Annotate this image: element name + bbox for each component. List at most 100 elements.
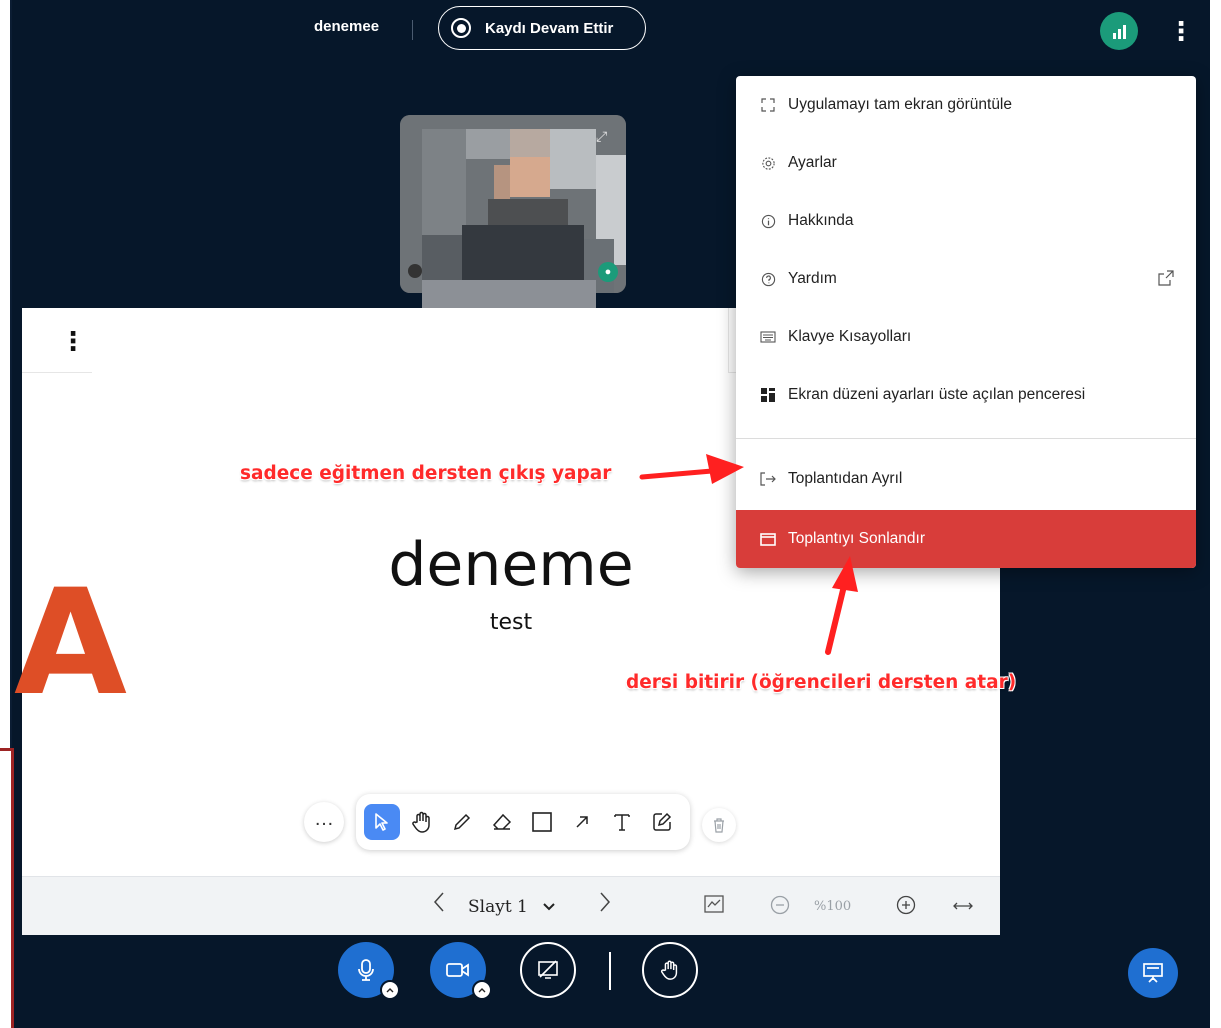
zoom-in-icon xyxy=(896,895,916,915)
microphone-icon xyxy=(358,959,374,981)
delete-button[interactable] xyxy=(702,808,736,842)
chevron-up-icon xyxy=(478,988,486,993)
webcam-status-icon xyxy=(408,264,422,278)
zoom-out-button[interactable] xyxy=(770,895,790,920)
eraser-tool-button[interactable] xyxy=(484,804,520,840)
menu-item-label: Klavye Kısayolları xyxy=(788,328,912,345)
menu-item-label: Ayarlar xyxy=(788,154,837,171)
expand-icon[interactable]: ⤢ xyxy=(596,128,607,145)
eraser-icon xyxy=(492,813,512,830)
microphone-button[interactable] xyxy=(338,942,400,1000)
screenshot-margin xyxy=(1210,0,1221,1028)
rectangle-tool-button[interactable] xyxy=(524,804,560,840)
text-icon xyxy=(614,814,630,831)
options-dropdown-menu: Uygulamayı tam ekran görüntüle Ayarlar H… xyxy=(736,76,1196,568)
menu-item-label: Yardım xyxy=(788,270,837,287)
fit-width-icon xyxy=(953,902,973,910)
resume-recording-label: Kaydı Devam Ettir xyxy=(485,19,614,37)
menu-item-end-meeting[interactable]: Toplantıyı Sonlandır xyxy=(736,510,1196,568)
presentation-footer: Slayt 1 %100 xyxy=(22,876,1000,935)
presentation-options-button[interactable]: ⋮ xyxy=(60,326,86,357)
webcam-pixel xyxy=(466,129,510,159)
video-camera-icon xyxy=(446,963,469,977)
logout-icon xyxy=(760,471,776,487)
annotation-toggle-button[interactable] xyxy=(704,895,724,918)
fullscreen-icon xyxy=(760,97,776,113)
pan-tool-button[interactable] xyxy=(404,804,440,840)
webcam-pixel xyxy=(510,129,550,157)
record-icon xyxy=(451,18,471,38)
signal-bar-icon xyxy=(1112,33,1116,39)
action-bar-divider xyxy=(609,952,611,990)
select-tool-button[interactable] xyxy=(364,804,400,840)
slide-subtitle: test xyxy=(489,610,533,635)
conference-app: denemee Kaydı Devam Ettir ⋮ ⤢ ● ⋮ deneme… xyxy=(10,0,1212,1028)
webcam-video xyxy=(400,115,626,293)
fit-width-button[interactable] xyxy=(952,897,974,918)
menu-item-label: Toplantıdan Ayrıl xyxy=(788,470,903,487)
menu-item-label: Hakkında xyxy=(788,212,854,229)
zoom-level: %100 xyxy=(814,899,852,914)
audio-options-button[interactable] xyxy=(380,980,400,1000)
whiteboard-toolbar xyxy=(356,794,690,850)
zoom-out-icon xyxy=(770,895,790,915)
menu-divider xyxy=(736,438,1196,439)
chevron-down-icon xyxy=(543,903,555,911)
divider xyxy=(22,372,92,373)
menu-item-keyboard-shortcuts[interactable]: Klavye Kısayolları xyxy=(736,308,1196,366)
raise-hand-button[interactable] xyxy=(642,942,698,998)
chart-icon xyxy=(704,895,724,913)
slide-selector[interactable]: Slayt 1 xyxy=(468,897,555,917)
menu-item-leave-meeting[interactable]: Toplantıdan Ayrıl xyxy=(736,450,1196,508)
presentation-icon xyxy=(1143,963,1163,983)
menu-item-fullscreen[interactable]: Uygulamayı tam ekran görüntüle xyxy=(736,76,1196,134)
hand-icon xyxy=(661,960,678,980)
pencil-tool-button[interactable] xyxy=(444,804,480,840)
menu-item-layout-settings[interactable]: Ekran düzeni ayarları üste açılan pencer… xyxy=(736,366,1196,424)
menu-item-label: Toplantıyı Sonlandır xyxy=(788,530,926,547)
chevron-up-icon xyxy=(386,988,394,993)
webcam-pixel xyxy=(550,129,596,189)
menu-item-label: Uygulamayı tam ekran görüntüle xyxy=(788,96,1013,113)
more-tools-button[interactable]: … xyxy=(304,802,344,842)
help-icon xyxy=(760,271,776,287)
arrow-icon xyxy=(576,816,588,828)
next-slide-button[interactable] xyxy=(598,891,612,918)
trash-icon xyxy=(714,818,724,833)
zoom-in-button[interactable] xyxy=(896,895,916,920)
webcam-pixel xyxy=(494,165,510,199)
section-letter: A xyxy=(14,558,127,728)
options-menu-button[interactable]: ⋮ xyxy=(1168,14,1194,48)
menu-item-settings[interactable]: Ayarlar xyxy=(736,134,1196,192)
cursor-icon xyxy=(375,813,388,831)
hand-icon xyxy=(412,811,430,833)
slide-selector-label: Slayt 1 xyxy=(468,897,528,917)
previous-slide-button[interactable] xyxy=(432,891,446,919)
arrow-tool-button[interactable] xyxy=(564,804,600,840)
video-options-button[interactable] xyxy=(472,980,492,1000)
pencil-icon xyxy=(453,813,471,831)
presentation-toggle-button[interactable] xyxy=(1128,948,1178,998)
menu-item-about[interactable]: Hakkında xyxy=(736,192,1196,250)
webcam-pixel xyxy=(488,199,568,225)
chevron-right-icon xyxy=(600,892,611,912)
signal-bar-icon xyxy=(1117,29,1121,39)
share-screen-button[interactable] xyxy=(520,942,576,998)
webcam-pixel xyxy=(510,157,550,197)
microphone-icon: ● xyxy=(598,262,618,282)
connection-status-button[interactable] xyxy=(1100,12,1138,50)
menu-item-label: Ekran düzeni ayarları üste açılan pencer… xyxy=(788,386,1086,403)
gear-icon xyxy=(760,155,776,171)
header-divider xyxy=(412,20,413,40)
note-tool-button[interactable] xyxy=(644,804,680,840)
rectangle-icon xyxy=(532,812,552,832)
camera-button[interactable] xyxy=(430,942,492,1000)
note-edit-icon xyxy=(653,812,672,831)
end-meeting-annotation: dersi bitirir (öğrencileri dersten atar) xyxy=(626,672,1017,693)
left-frame-border xyxy=(0,748,14,1028)
resume-recording-button[interactable]: Kaydı Devam Ettir xyxy=(438,6,646,50)
chevron-left-icon xyxy=(433,892,444,912)
menu-item-help[interactable]: Yardım xyxy=(736,250,1196,308)
text-tool-button[interactable] xyxy=(604,804,640,840)
end-meeting-icon xyxy=(760,531,776,547)
